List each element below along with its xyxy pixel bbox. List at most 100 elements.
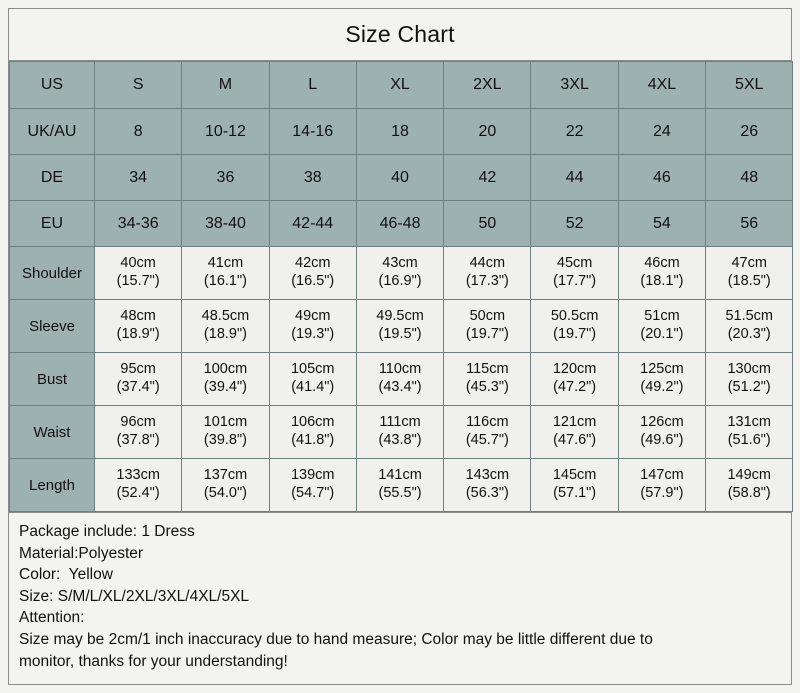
measurement-cm: 143cm [465, 467, 510, 484]
size-chart-table: US S M L XL 2XL 3XL 4XL 5XL UK/AU 8 10-12 14-16 18 20 2… [9, 61, 794, 512]
size-chart-body: US S M L XL 2XL 3XL 4XL 5XL UK/AU 8 10-12 14-16 18 20 2… [9, 61, 794, 512]
size-cell: 8 [93, 108, 183, 155]
measurement-inch: (52.4") [116, 485, 160, 501]
measurement-cm: 131cm [727, 414, 771, 431]
measurement-cell: 51.5cm (20.3") [705, 299, 794, 353]
size-cell: 34 [93, 154, 183, 201]
size-cell: 46 [617, 154, 707, 201]
measurement-cell: 48cm (18.9") [93, 299, 183, 353]
measurement-cm: 47cm [731, 255, 767, 272]
table-row: US S M L XL 2XL 3XL 4XL 5XL [9, 61, 794, 109]
size-cell: 52 [530, 200, 619, 247]
measurement-cm: 50.5cm [550, 308, 599, 325]
measurement-cm: 41cm [207, 255, 244, 272]
measurement-inch: (51.2") [727, 379, 771, 395]
table-row: Waist 96cm (37.8") 101cm (39.8") 106cm (41.8")… [9, 405, 794, 459]
measurement-cell: 147cm (57.9") [617, 458, 707, 512]
measurement-inch: (49.6") [640, 432, 684, 448]
measurement-cell: 110cm (43.4") [355, 352, 445, 406]
measurement-inch: (16.9") [378, 273, 422, 289]
size-cell: 48 [705, 154, 794, 201]
measurement-inch: (39.8") [203, 432, 247, 448]
measurement-cell: 125cm (49.2") [617, 352, 707, 406]
measurement-cm: 147cm [640, 467, 684, 484]
row-label: US [9, 61, 95, 109]
measurement-inch: (57.9") [640, 485, 684, 501]
measurement-inch: (37.8") [116, 432, 160, 448]
size-cell: 10-12 [181, 108, 270, 155]
measurement-cm: 145cm [552, 467, 597, 484]
table-row: UK/AU 8 10-12 14-16 18 20 22 24 26 [9, 108, 794, 155]
size-cell: 18 [355, 108, 445, 155]
size-cell: 22 [530, 108, 619, 155]
measurement-inch: (17.3") [465, 273, 509, 289]
measurement-inch: (20.3") [727, 326, 771, 342]
table-row: Length 133cm (52.4") 137cm (54.0") 139cm (54.7… [9, 458, 794, 512]
size-cell: 26 [705, 108, 794, 155]
row-label: Waist [9, 405, 95, 459]
row-label: Shoulder [9, 246, 95, 300]
measurement-cm: 51cm [644, 308, 680, 325]
product-notes: Package include: 1 Dress Material:Polyes… [9, 512, 791, 684]
measurement-cell: 96cm (37.8") [93, 405, 183, 459]
measurement-cell: 46cm (18.1") [617, 246, 707, 300]
size-cell: S [93, 61, 183, 109]
measurement-inch: (45.7") [465, 432, 509, 448]
measurement-cm: 137cm [203, 467, 248, 484]
measurement-inch: (18.1") [640, 273, 684, 289]
measurement-cm: 111cm [379, 414, 421, 431]
measurement-cm: 121cm [552, 414, 597, 431]
measurement-cell: 130cm (51.2") [705, 352, 794, 406]
measurement-cm: 40cm [120, 255, 156, 272]
measurement-cm: 44cm [469, 255, 506, 272]
size-cell: 38-40 [181, 200, 270, 247]
size-cell: M [181, 61, 270, 109]
measurement-inch: (19.7") [465, 326, 509, 342]
measurement-cell: 47cm (18.5") [705, 246, 794, 300]
measurement-inch: (39.4") [203, 379, 247, 395]
measurement-cm: 105cm [290, 361, 335, 378]
size-chart-page: Size Chart US S M L XL 2XL 3XL 4XL 5XL UK/AU 8 10-1… [0, 0, 800, 693]
size-cell: L [268, 61, 357, 109]
row-label: EU [9, 200, 95, 247]
size-cell: 4XL [617, 61, 707, 109]
measurement-cm: 100cm [203, 361, 248, 378]
measurement-inch: (37.4") [116, 379, 160, 395]
measurement-inch: (18.5") [727, 273, 771, 289]
measurement-inch: (41.8") [291, 432, 335, 448]
size-cell: 42 [443, 154, 532, 201]
measurement-cm: 50cm [469, 308, 506, 325]
measurement-cm: 110cm [378, 361, 422, 378]
measurement-cell: 105cm (41.4") [268, 352, 357, 406]
size-cell: 46-48 [355, 200, 445, 247]
measurement-cell: 139cm (54.7") [268, 458, 357, 512]
measurement-cell: 50.5cm (19.7") [530, 299, 619, 353]
measurement-inch: (51.6") [727, 432, 771, 448]
measurement-inch: (19.5") [378, 326, 422, 342]
measurement-cm: 49.5cm [376, 308, 424, 325]
measurement-cm: 126cm [640, 414, 684, 431]
size-cell: XL [355, 61, 445, 109]
measurement-cm: 130cm [727, 361, 771, 378]
measurement-inch: (47.6") [553, 432, 597, 448]
measurement-cell: 126cm (49.6") [617, 405, 707, 459]
measurement-cell: 48.5cm (18.9") [181, 299, 270, 353]
measurement-cell: 137cm (54.0") [181, 458, 270, 512]
measurement-cell: 45cm (17.7") [530, 246, 619, 300]
measurement-cm: 43cm [382, 255, 418, 272]
table-row: Shoulder 40cm (15.7") 41cm (16.1") 42cm (16.5"… [9, 246, 794, 300]
measurement-cell: 143cm (56.3") [443, 458, 532, 512]
product-notes-text: Package include: 1 Dress Material:Polyes… [19, 523, 653, 670]
size-cell: 44 [530, 154, 619, 201]
measurement-cm: 96cm [120, 414, 156, 431]
size-cell: 54 [617, 200, 707, 247]
measurement-cm: 149cm [727, 467, 771, 484]
measurement-cell: 40cm (15.7") [93, 246, 183, 300]
size-cell: 34-36 [93, 200, 183, 247]
measurement-inch: (54.7") [291, 485, 335, 501]
measurement-inch: (15.7") [116, 273, 160, 289]
measurement-inch: (16.5") [291, 273, 335, 289]
measurement-inch: (43.4") [378, 379, 422, 395]
row-label: Length [9, 458, 95, 512]
measurement-cm: 101cm [203, 414, 248, 431]
